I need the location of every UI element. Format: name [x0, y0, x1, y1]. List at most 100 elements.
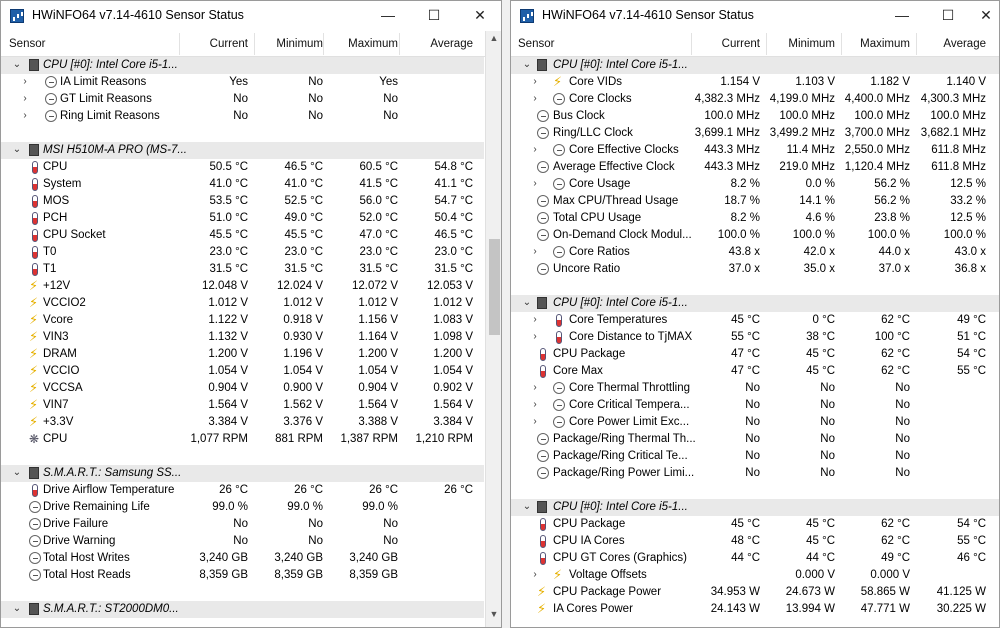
left-maximize-button[interactable]: ☐: [411, 1, 457, 31]
sensor-row[interactable]: ⚡ +12V 12.048 V 12.024 V 12.072 V 12.053 V: [1, 278, 484, 295]
column-separator[interactable]: [916, 33, 917, 55]
chevron-right-icon[interactable]: ›: [529, 314, 541, 325]
sensor-row[interactable]: Drive Airflow Temperature 26 °C 26 °C 26 °C…: [1, 482, 484, 499]
chevron-right-icon[interactable]: ›: [529, 399, 541, 410]
column-header-sensor[interactable]: Sensor: [9, 38, 45, 50]
column-separator[interactable]: [399, 33, 400, 55]
chevron-right-icon[interactable]: ›: [529, 416, 541, 427]
chevron-right-icon[interactable]: ›: [19, 110, 31, 121]
sensor-row[interactable]: On-Demand Clock Modul... 100.0 % 100.0 % 10…: [511, 227, 999, 244]
sensor-row[interactable]: ⚡ CPU Package Power 34.953 W 24.673 W 58.865…: [511, 584, 999, 601]
sensor-row[interactable]: CPU Package 45 °C 45 °C 62 °C 54 °C: [511, 516, 999, 533]
column-header-average[interactable]: Average: [926, 38, 986, 50]
sensor-row[interactable]: PCH 51.0 °C 49.0 °C 52.0 °C 50.4 °C: [1, 210, 484, 227]
sensor-row[interactable]: › Core Distance to TjMAX 55 °C 38 °C 100 °C 5…: [511, 329, 999, 346]
chevron-down-icon[interactable]: ⌄: [521, 297, 533, 308]
sensor-row[interactable]: ⚡ IA Cores Power 24.143 W 13.994 W 47.771 W 3…: [511, 601, 999, 618]
sensor-row[interactable]: › Core Ratios 43.8 x 42.0 x 44.0 x 43.0 x: [511, 244, 999, 261]
column-header-minimum[interactable]: Minimum: [263, 38, 323, 50]
sensor-row[interactable]: ⚡ VCCIO2 1.012 V 1.012 V 1.012 V 1.012 V: [1, 295, 484, 312]
sensor-row[interactable]: Drive Warning No No No: [1, 533, 484, 550]
sensor-row[interactable]: › Core Thermal Throttling No No No: [511, 380, 999, 397]
sensor-row[interactable]: › Core Temperatures 45 °C 0 °C 62 °C 49 °C: [511, 312, 999, 329]
sensor-row[interactable]: Bus Clock 100.0 MHz 100.0 MHz 100.0 MHz 100.…: [511, 108, 999, 125]
sensor-row[interactable]: ⚡ VIN3 1.132 V 0.930 V 1.164 V 1.098 V: [1, 329, 484, 346]
sensor-group-header[interactable]: ⌄ CPU [#0]: Intel Core i5-1...: [511, 499, 999, 516]
sensor-row[interactable]: Average Effective Clock 443.3 MHz 219.0 MH…: [511, 159, 999, 176]
right-minimize-button[interactable]: —: [879, 1, 925, 31]
chevron-right-icon[interactable]: ›: [19, 76, 31, 87]
sensor-row[interactable]: Max CPU/Thread Usage 18.7 % 14.1 % 56.2 % 33…: [511, 193, 999, 210]
column-header-current[interactable]: Current: [188, 38, 248, 50]
sensor-row[interactable]: Total CPU Usage 8.2 % 4.6 % 23.8 % 12.5 %: [511, 210, 999, 227]
sensor-group-header[interactable]: ⌄ S.M.A.R.T.: ST2000DM0...: [1, 601, 484, 618]
sensor-row[interactable]: Package/Ring Power Limi... No No No: [511, 465, 999, 482]
chevron-down-icon[interactable]: ⌄: [11, 467, 23, 478]
sensor-row[interactable]: Drive Remaining Life 99.0 % 99.0 % 99.0 %: [1, 499, 484, 516]
chevron-right-icon[interactable]: ›: [529, 178, 541, 189]
sensor-group-header[interactable]: ⌄ CPU [#0]: Intel Core i5-1...: [1, 57, 484, 74]
sensor-row[interactable]: › GT Limit Reasons No No No: [1, 91, 484, 108]
sensor-row[interactable]: ❋ CPU 1,077 RPM 881 RPM 1,387 RPM 1,210 RPM: [1, 431, 484, 448]
chevron-right-icon[interactable]: ›: [529, 246, 541, 257]
sensor-row[interactable]: › Ring Limit Reasons No No No: [1, 108, 484, 125]
sensor-row[interactable]: ⚡ VCCSA 0.904 V 0.900 V 0.904 V 0.902 V: [1, 380, 484, 397]
sensor-group-header[interactable]: ⌄ CPU [#0]: Intel Core i5-1...: [511, 295, 999, 312]
sensor-row[interactable]: Total Host Reads 8,359 GB 8,359 GB 8,359 GB: [1, 567, 484, 584]
sensor-row[interactable]: › Core Clocks 4,382.3 MHz 4,199.0 MHz 4,400.…: [511, 91, 999, 108]
column-separator[interactable]: [841, 33, 842, 55]
chevron-right-icon[interactable]: ›: [529, 331, 541, 342]
sensor-row[interactable]: Package/Ring Critical Te... No No No: [511, 448, 999, 465]
column-header-current[interactable]: Current: [700, 38, 760, 50]
chevron-down-icon[interactable]: ⌄: [11, 59, 23, 70]
column-header-maximum[interactable]: Maximum: [850, 38, 910, 50]
sensor-row[interactable]: Core Max 47 °C 45 °C 62 °C 55 °C: [511, 363, 999, 380]
column-separator[interactable]: [766, 33, 767, 55]
sensor-row[interactable]: CPU GT Cores (Graphics) 44 °C 44 °C 49 °C 46…: [511, 550, 999, 567]
sensor-row[interactable]: › Core Critical Tempera... No No No: [511, 397, 999, 414]
chevron-right-icon[interactable]: ›: [529, 569, 541, 580]
chevron-down-icon[interactable]: ⌄: [11, 144, 23, 155]
column-separator[interactable]: [691, 33, 692, 55]
chevron-right-icon[interactable]: ›: [529, 76, 541, 87]
right-close-button[interactable]: ✕: [971, 1, 999, 31]
chevron-right-icon[interactable]: ›: [529, 144, 541, 155]
sensor-row[interactable]: Drive Failure No No No: [1, 516, 484, 533]
left-close-button[interactable]: ✕: [457, 1, 501, 31]
right-maximize-button[interactable]: ☐: [925, 1, 971, 31]
sensor-row[interactable]: Uncore Ratio 37.0 x 35.0 x 37.0 x 36.8 x: [511, 261, 999, 278]
sensor-row[interactable]: Total Host Writes 3,240 GB 3,240 GB 3,240 G…: [1, 550, 484, 567]
column-header-sensor[interactable]: Sensor: [518, 38, 554, 50]
sensor-row[interactable]: › Core Power Limit Exc... No No No: [511, 414, 999, 431]
sensor-row[interactable]: Ring/LLC Clock 3,699.1 MHz 3,499.2 MHz 3,70…: [511, 125, 999, 142]
left-scrollbar-thumb[interactable]: [489, 239, 500, 335]
sensor-row[interactable]: ⚡ VIN7 1.564 V 1.562 V 1.564 V 1.564 V: [1, 397, 484, 414]
sensor-group-header[interactable]: ⌄ MSI H510M-A PRO (MS-7...: [1, 142, 484, 159]
sensor-row[interactable]: › ⚡ Voltage Offsets 0.000 V 0.000 V: [511, 567, 999, 584]
column-separator[interactable]: [323, 33, 324, 55]
scroll-down-icon[interactable]: ▼: [486, 609, 501, 619]
column-header-average[interactable]: Average: [413, 38, 473, 50]
sensor-row[interactable]: › ⚡ Core VIDs 1.154 V 1.103 V 1.182 V 1.140 V: [511, 74, 999, 91]
sensor-row[interactable]: MOS 53.5 °C 52.5 °C 56.0 °C 54.7 °C: [1, 193, 484, 210]
sensor-group-header[interactable]: ⌄ S.M.A.R.T.: Samsung SS...: [1, 465, 484, 482]
sensor-row[interactable]: › IA Limit Reasons Yes No Yes: [1, 74, 484, 91]
chevron-right-icon[interactable]: ›: [19, 93, 31, 104]
scroll-up-icon[interactable]: ▲: [486, 33, 501, 43]
right-title-bar[interactable]: HWiNFO64 v7.14-4610 Sensor Status — ☐ ✕: [511, 1, 999, 31]
sensor-row[interactable]: › Core Effective Clocks 443.3 MHz 11.4 MHz 2…: [511, 142, 999, 159]
left-minimize-button[interactable]: —: [365, 1, 411, 31]
sensor-row[interactable]: System 41.0 °C 41.0 °C 41.5 °C 41.1 °C: [1, 176, 484, 193]
chevron-down-icon[interactable]: ⌄: [11, 603, 23, 614]
chevron-down-icon[interactable]: ⌄: [521, 59, 533, 70]
sensor-row[interactable]: CPU IA Cores 48 °C 45 °C 62 °C 55 °C: [511, 533, 999, 550]
sensor-row[interactable]: T1 31.5 °C 31.5 °C 31.5 °C 31.5 °C: [1, 261, 484, 278]
sensor-row[interactable]: ⚡ Vcore 1.122 V 0.918 V 1.156 V 1.083 V: [1, 312, 484, 329]
sensor-row[interactable]: T0 23.0 °C 23.0 °C 23.0 °C 23.0 °C: [1, 244, 484, 261]
sensor-row[interactable]: ⚡ DRAM 1.200 V 1.196 V 1.200 V 1.200 V: [1, 346, 484, 363]
column-separator[interactable]: [179, 33, 180, 55]
chevron-right-icon[interactable]: ›: [529, 93, 541, 104]
left-title-bar[interactable]: HWiNFO64 v7.14-4610 Sensor Status — ☐ ✕: [1, 1, 501, 31]
sensor-row[interactable]: › Core Usage 8.2 % 0.0 % 56.2 % 12.5 %: [511, 176, 999, 193]
sensor-row[interactable]: Package/Ring Thermal Th... No No No: [511, 431, 999, 448]
